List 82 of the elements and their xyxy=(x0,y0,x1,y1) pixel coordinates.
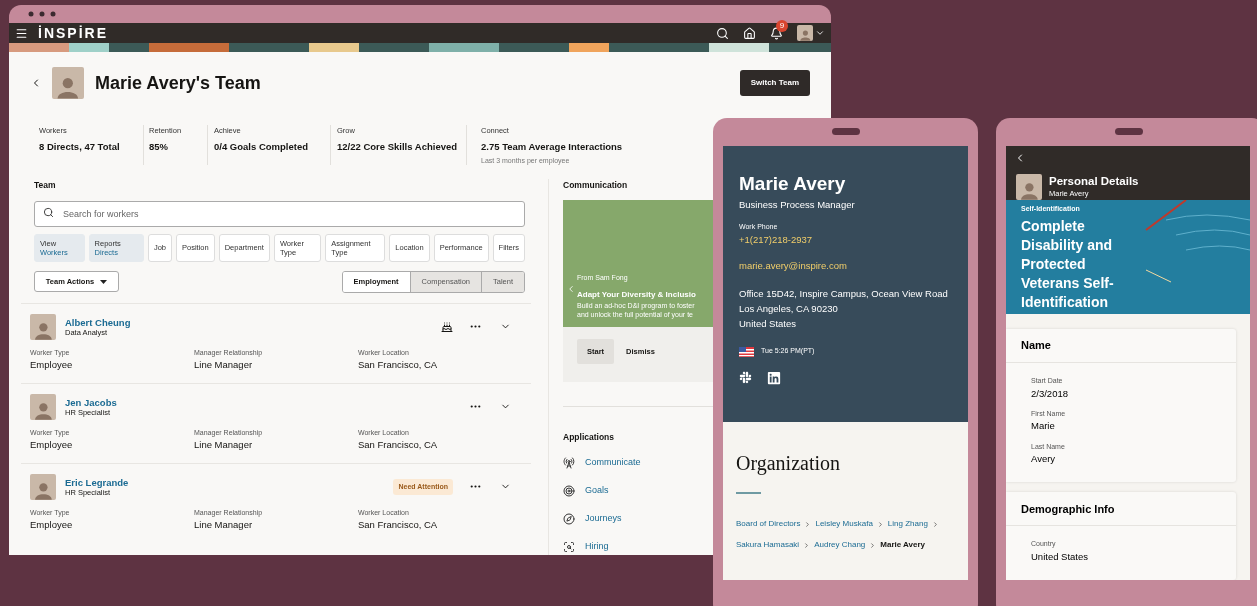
target-icon xyxy=(563,484,575,497)
chevron-right-icon xyxy=(869,541,877,549)
field-value: Employee xyxy=(30,438,74,453)
search-person-icon xyxy=(563,540,575,553)
cake-icon[interactable] xyxy=(441,320,453,333)
flag-icon xyxy=(739,346,754,357)
card-title: Adapt Your Diversity & Inclusio xyxy=(577,288,697,301)
avatar-placeholder xyxy=(1016,174,1042,200)
section-heading: Applications xyxy=(563,430,615,444)
phone-speaker xyxy=(1114,128,1143,135)
field-value: Employee xyxy=(30,358,74,373)
phone-speaker xyxy=(831,128,860,135)
field-value: San Francisco, CA xyxy=(358,438,439,453)
worker-name-link[interactable]: Albert Cheung xyxy=(65,316,131,328)
search-field[interactable]: Search for workers xyxy=(34,200,525,227)
address-line: Office 15D42, Inspire Campus, Ocean View Road xyxy=(739,287,949,302)
field-value: San Francisco, CA xyxy=(358,358,439,373)
section-heading: Organization xyxy=(736,451,842,477)
breadcrumb-link[interactable]: Board of Directors xyxy=(736,518,801,530)
breadcrumb-link[interactable]: Sakura Hamasaki xyxy=(736,539,800,551)
field-value: Line Manager xyxy=(194,518,254,533)
metric-value: 85% xyxy=(149,140,169,155)
avatar-placeholder xyxy=(30,473,56,500)
chevron-right-icon xyxy=(804,520,812,528)
email-link[interactable]: marie.avery@inspire.com xyxy=(739,259,952,274)
field-value: Line Manager xyxy=(194,438,254,453)
metric-value: 0/4 Goals Completed xyxy=(214,140,309,155)
section-heading: Team xyxy=(34,179,57,192)
chevron-right-icon xyxy=(876,520,884,528)
metric-value: 12/22 Core Skills Achieved xyxy=(337,140,459,155)
caret-icon xyxy=(100,279,108,284)
field-value: Avery xyxy=(1031,452,1057,466)
field-value: 2/3/2018 xyxy=(1031,386,1069,401)
avatar-placeholder xyxy=(30,313,56,340)
chevron-right-icon xyxy=(803,541,811,549)
address-line: United States xyxy=(739,317,798,332)
breadcrumb-link[interactable]: Leisley Muskafa xyxy=(815,518,873,530)
field-value: San Francisco, CA xyxy=(358,518,439,533)
account-menu[interactable] xyxy=(797,25,825,41)
brand-logo: İNSPİRE xyxy=(38,23,108,43)
banner-headline: Complete Disability and Protected Veterans Self-Identification xyxy=(1021,216,1115,312)
search-icon[interactable] xyxy=(716,26,729,40)
chevron-down-icon xyxy=(815,28,825,38)
application-link[interactable]: Communicate xyxy=(585,455,641,470)
card-title: Demographic Info xyxy=(1006,492,1236,527)
application-link[interactable]: Hiring xyxy=(585,539,609,554)
search-icon xyxy=(43,206,54,218)
breadcrumb-link[interactable]: Audrey Chang xyxy=(814,539,866,551)
notification-icon[interactable] xyxy=(770,26,783,40)
application-link[interactable]: Journeys xyxy=(585,511,622,526)
worker-name-link[interactable]: Eric Legrande xyxy=(65,476,129,488)
slack-icon[interactable] xyxy=(739,371,752,385)
window-controls-icon xyxy=(28,11,56,17)
antenna-icon xyxy=(563,456,575,469)
section-heading: Communication xyxy=(563,179,628,192)
application-link[interactable]: Goals xyxy=(585,483,609,498)
avatar-placeholder xyxy=(30,393,56,420)
page-title: Personal Details xyxy=(1049,174,1139,188)
current-breadcrumb: Marie Avery xyxy=(880,539,926,551)
linkedin-icon[interactable] xyxy=(767,370,781,385)
field-value: United States xyxy=(1031,549,1090,564)
field-value: Employee xyxy=(30,518,74,533)
notification-badge: 9 xyxy=(776,19,788,32)
metric-value: 2.75 Team Average Interactions xyxy=(481,140,623,155)
field-value: Line Manager xyxy=(194,358,254,373)
switch-team-button[interactable]: Switch Team xyxy=(739,70,810,96)
field-value: Marie xyxy=(1031,419,1056,434)
chevron-right-icon xyxy=(931,520,939,528)
profile-title: Business Process Manager xyxy=(739,198,856,212)
avatar-placeholder xyxy=(797,25,813,41)
home-icon[interactable] xyxy=(743,26,756,40)
compass-icon xyxy=(563,512,575,525)
page-title: Marie Avery's Team xyxy=(95,71,261,95)
address-line: Los Angeles, CA 90230 xyxy=(739,302,839,317)
metric-value: 8 Directs, 47 Total xyxy=(39,140,121,155)
card-title: Name xyxy=(1006,329,1236,363)
avatar-placeholder xyxy=(52,67,84,99)
profile-name: Marie Avery xyxy=(739,173,847,195)
phone-link[interactable]: +1(217)218-2937 xyxy=(739,232,952,247)
worker-name-link[interactable]: Jen Jacobs xyxy=(65,396,117,408)
menu-icon[interactable] xyxy=(15,26,28,40)
breadcrumb-link[interactable]: Ling Zhang xyxy=(887,518,928,530)
